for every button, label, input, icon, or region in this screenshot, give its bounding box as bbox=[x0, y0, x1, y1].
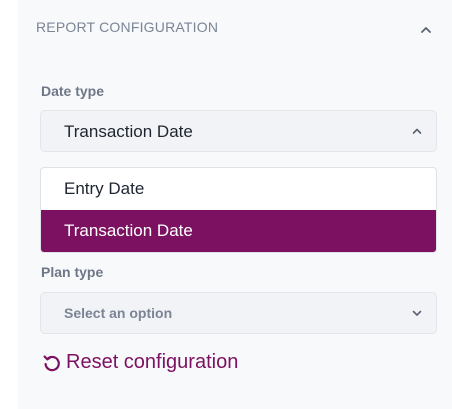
plan-type-label: Plan type bbox=[41, 264, 104, 280]
date-type-selected-value: Transaction Date bbox=[64, 122, 193, 141]
option-label: Transaction Date bbox=[64, 221, 193, 240]
date-type-label: Date type bbox=[41, 83, 105, 99]
reset-configuration-label: Reset configuration bbox=[66, 351, 239, 373]
plan-type-placeholder: Select an option bbox=[64, 305, 173, 321]
date-type-option-entry-date[interactable]: Entry Date bbox=[41, 168, 436, 210]
date-type-dropdown: Entry Date Transaction Date bbox=[40, 167, 437, 253]
date-type-select[interactable]: Transaction Date bbox=[40, 110, 437, 152]
chevron-up-icon bbox=[412, 128, 422, 134]
option-label: Entry Date bbox=[64, 179, 145, 198]
chevron-up-icon[interactable] bbox=[418, 22, 434, 38]
panel-header[interactable]: REPORT CONFIGURATION bbox=[18, 0, 452, 62]
panel-title: REPORT CONFIGURATION bbox=[36, 19, 219, 35]
reset-icon bbox=[43, 355, 60, 372]
chevron-down-icon bbox=[412, 310, 422, 316]
report-configuration-panel: REPORT CONFIGURATION Date type Transacti… bbox=[18, 0, 452, 409]
date-type-option-transaction-date[interactable]: Transaction Date bbox=[41, 210, 436, 252]
plan-type-select[interactable]: Select an option bbox=[40, 292, 437, 334]
